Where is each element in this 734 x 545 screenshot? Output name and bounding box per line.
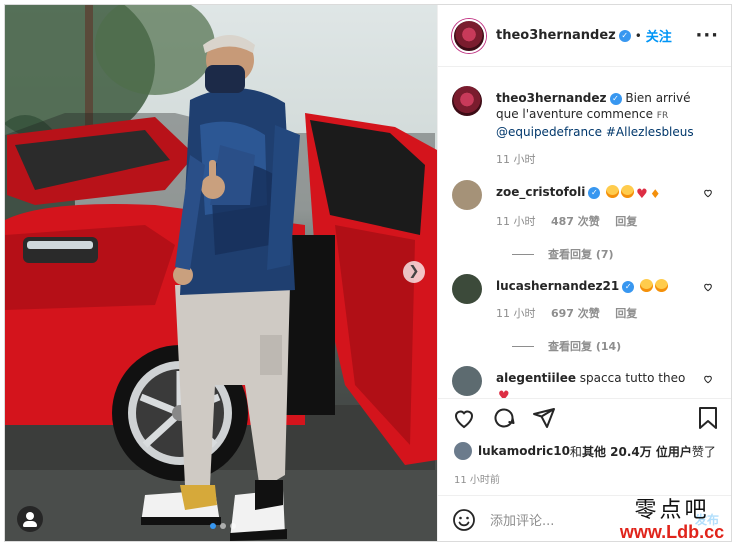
heart-icon[interactable] [703,282,713,292]
carousel-indicator [210,523,236,529]
comment-item: alegentiilee spacca tutto theo ♥ [452,366,719,398]
carousel-dot [210,523,216,529]
reply-button[interactable]: 回复 [615,215,637,228]
comments-list[interactable]: theo3hernandez ✓ Bien arrivé que l'aventu… [438,68,731,398]
verified-icon: ✓ [588,187,601,199]
comment-item: zoe_cristofoli ✓ ♥ ♦ 11 小时 487 次赞 回复 [452,180,719,230]
comment-icon[interactable] [492,406,516,430]
comment-time: 11 小时 [496,215,536,228]
comment-text: spacca tutto theo [575,371,686,385]
comment-body: alegentiilee spacca tutto theo ♥ [496,370,719,398]
comment-username[interactable]: alegentiilee [496,371,576,385]
carousel-dot [220,523,226,529]
share-icon[interactable] [532,406,556,430]
red-heart-emoji-icon: ♥ [498,389,510,398]
star-eyes-emoji-icon [640,279,654,292]
caption-time: 11 小时 [496,153,536,166]
star-eyes-emoji-icon [655,279,669,292]
mention-link[interactable]: @equipedefrance [496,125,602,139]
fire-emoji-icon: ♦ [649,187,661,201]
likes-suffix: 赞了 [691,444,716,459]
heart-icon[interactable] [703,188,713,198]
comment-time: 11 小时 [496,307,536,320]
comment-meta: 11 小时 697 次赞 回复 [496,306,697,322]
reply-button[interactable]: 回复 [615,307,637,320]
caption-username[interactable]: theo3hernandez [496,91,607,105]
comment-likes[interactable]: 697 次赞 [551,307,600,320]
avatar[interactable] [454,442,472,460]
comment-body: zoe_cristofoli ✓ ♥ ♦ 11 小时 487 次赞 回复 [496,184,719,230]
caption: theo3hernandez ✓ Bien arrivé que l'aventu… [452,86,719,168]
post-header: theo3hernandez ✓ • 关注 ··· [438,5,731,67]
tag-people-icon[interactable] [17,506,43,532]
carousel-dot [230,523,236,529]
comment-body: lucashernandez21 ✓ 11 小时 697 次赞 回复 [496,278,719,322]
more-icon[interactable]: ··· [695,25,719,46]
caption-meta: 11 小时 [496,152,697,168]
verified-icon: ✓ [622,281,635,293]
action-bar [438,398,731,436]
comment-item: lucashernandez21 ✓ 11 小时 697 次赞 回复 [452,274,719,322]
next-arrow-icon[interactable]: ❯ [403,261,425,283]
comment-username[interactable]: zoe_cristofoli [496,185,585,199]
view-replies-button[interactable]: 查看回复 (14) [512,338,719,354]
red-heart-emoji-icon: ♥ [636,187,648,202]
save-icon[interactable] [697,406,719,430]
comment-input[interactable]: 添加评论... [490,510,554,529]
caption-body: theo3hernandez ✓ Bien arrivé que l'aventu… [496,90,719,168]
avatar[interactable] [452,18,486,53]
avatar[interactable] [452,86,482,116]
instagram-post-modal: ❯ theo3hernandez ✓ • 关注 ··· theo3hernand… [4,4,732,542]
heart-icon[interactable] [703,374,713,384]
avatar[interactable] [452,180,482,210]
separator: • [634,28,642,43]
likes-and: 和 [569,444,582,459]
avatar[interactable] [452,366,482,396]
verified-icon: ✓ [618,29,631,42]
star-eyes-emoji-icon [621,185,635,198]
post-photo[interactable]: ❯ [5,5,437,541]
post-comment-button[interactable]: 发布 [695,511,719,528]
follow-button[interactable]: 关注 [646,26,672,45]
comment-likes[interactable]: 487 次赞 [551,215,600,228]
comment-composer: 添加评论... 发布 [438,495,731,541]
likes-summary: lukamodric10 和 其他 20.4万 位用户 赞了 [454,442,723,460]
comment-meta: 11 小时 487 次赞 回复 [496,214,697,230]
post-sidebar: theo3hernandez ✓ • 关注 ··· theo3hernandez… [437,5,731,541]
heart-icon[interactable] [452,406,476,430]
view-replies-button[interactable]: 查看回复 (7) [512,246,719,262]
photo-illustration [5,5,437,541]
star-eyes-emoji-icon [606,185,620,198]
header-username[interactable]: theo3hernandez [496,28,616,43]
emoji-icon[interactable] [452,508,476,532]
likes-others[interactable]: 其他 20.4万 位用户 [582,443,692,460]
hashtag-link[interactable]: #Allezlesbleus [602,125,694,139]
flag-label: FR [656,111,669,121]
comment-username[interactable]: lucashernandez21 [496,279,619,293]
liker-username[interactable]: lukamodric10 [478,444,570,458]
avatar[interactable] [452,274,482,304]
post-time: 11 小时前 [454,475,500,486]
verified-icon: ✓ [609,93,622,105]
